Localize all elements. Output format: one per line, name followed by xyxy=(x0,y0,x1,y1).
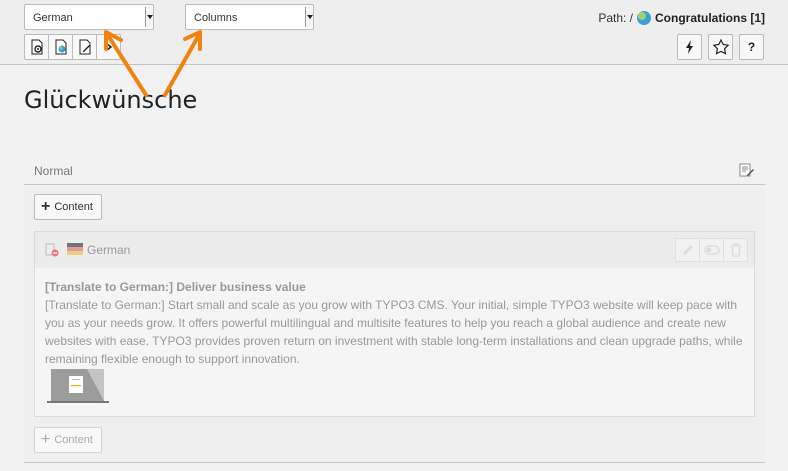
plus-icon: + xyxy=(41,431,51,448)
path-label: Path: / xyxy=(598,11,633,25)
add-content-button-bottom[interactable]: + Content xyxy=(34,427,102,453)
content-element-language: German xyxy=(87,243,131,257)
language-select[interactable]: German xyxy=(24,4,154,30)
edit-page-icon xyxy=(79,39,90,55)
trash-icon xyxy=(730,243,741,257)
view-page-button[interactable] xyxy=(24,34,49,60)
docheader: German Columns Path: / Congratulations [… xyxy=(0,0,788,65)
help-label: ? xyxy=(747,40,756,54)
utility-actions-group: ? xyxy=(677,34,764,60)
page-actions-group xyxy=(24,34,121,60)
content-element-text-line: remaining flexible enough to support inn… xyxy=(45,352,300,366)
hidden-record-icon xyxy=(45,243,59,257)
pencil-icon xyxy=(682,245,693,255)
content-element-actions xyxy=(675,238,748,262)
edit-column-icon[interactable] xyxy=(739,162,755,181)
toggle-icon xyxy=(703,245,720,255)
content-element-header: German xyxy=(35,232,754,268)
more-actions-button[interactable] xyxy=(96,34,121,60)
column-name: Normal xyxy=(34,164,73,178)
content-element-headline: [Translate to German:] Deliver business … xyxy=(45,280,306,294)
content-element-text-line: websites with ease. TYPO3 provides prove… xyxy=(45,334,743,348)
column-header: Normal xyxy=(24,156,765,185)
globe-icon xyxy=(637,11,651,25)
translate-page-button[interactable] xyxy=(48,34,73,60)
content-element-text-line: you as your needs grow. It offers powerf… xyxy=(45,316,726,330)
bookmark-button[interactable] xyxy=(708,34,733,60)
page-title: Glückwünsche xyxy=(24,86,198,114)
add-content-label-bottom: Content xyxy=(54,434,93,446)
view-mode-select-value: Columns xyxy=(194,12,238,24)
current-page-name[interactable]: Congratulations [1] xyxy=(655,11,765,25)
breadcrumb: Path: / Congratulations [1] xyxy=(598,11,765,25)
add-content-button[interactable]: + Content xyxy=(34,194,102,220)
content-element-text-line: [Translate to German:] Start small and s… xyxy=(45,298,738,312)
edit-page-button[interactable] xyxy=(72,34,97,60)
german-flag-icon xyxy=(67,243,83,255)
plus-icon: + xyxy=(41,198,51,215)
delete-element-button[interactable] xyxy=(723,238,748,262)
page-globe-icon xyxy=(55,39,66,55)
content-element-body[interactable]: [Translate to German:] Deliver business … xyxy=(35,268,754,368)
edit-element-button[interactable] xyxy=(675,238,700,262)
chevron-down-icon xyxy=(305,7,313,27)
add-content-label: Content xyxy=(54,201,93,213)
language-select-value: German xyxy=(33,12,73,24)
chevron-icon xyxy=(106,43,112,51)
help-button[interactable]: ? xyxy=(739,34,764,60)
clear-cache-button[interactable] xyxy=(677,34,702,60)
view-mode-select[interactable]: Columns xyxy=(185,4,314,30)
toggle-visibility-button[interactable] xyxy=(699,238,724,262)
lightning-icon xyxy=(685,40,693,54)
view-page-icon xyxy=(31,39,42,55)
column-content-area: + Content German [Translate to German:] … xyxy=(24,185,765,463)
chevron-down-icon xyxy=(145,7,153,27)
content-element: German [Translate to German:] Deliver bu… xyxy=(34,231,755,417)
content-image-thumbnail xyxy=(47,369,109,403)
star-icon xyxy=(712,39,729,55)
